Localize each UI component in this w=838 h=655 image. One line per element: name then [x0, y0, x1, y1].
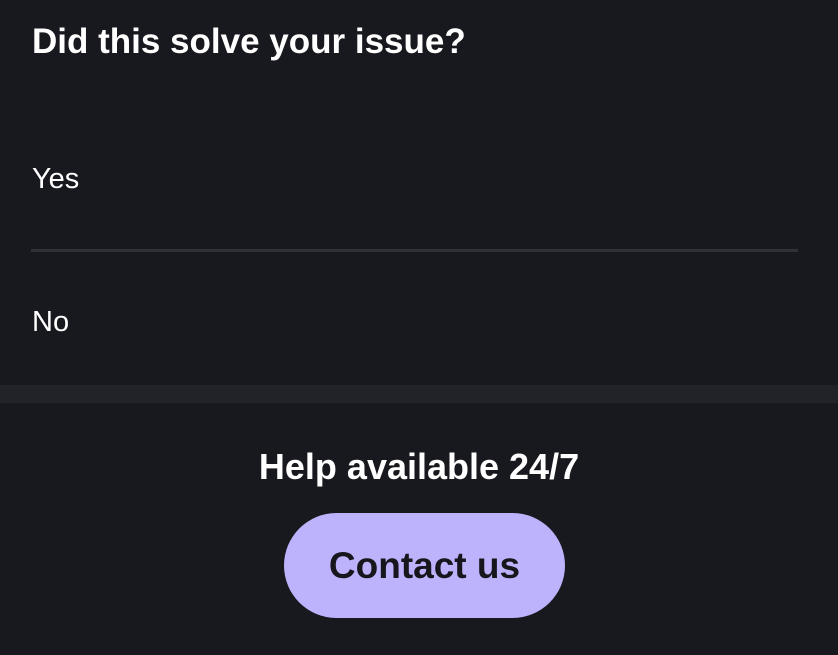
help-title: Help available 24/7 [258, 446, 580, 487]
contact-us-button[interactable]: Contact us [284, 513, 565, 618]
section-separator [0, 385, 838, 403]
option-no[interactable]: No [32, 306, 69, 339]
feedback-question: Did this solve your issue? [32, 22, 466, 61]
divider [31, 249, 798, 252]
option-yes[interactable]: Yes [32, 163, 79, 196]
